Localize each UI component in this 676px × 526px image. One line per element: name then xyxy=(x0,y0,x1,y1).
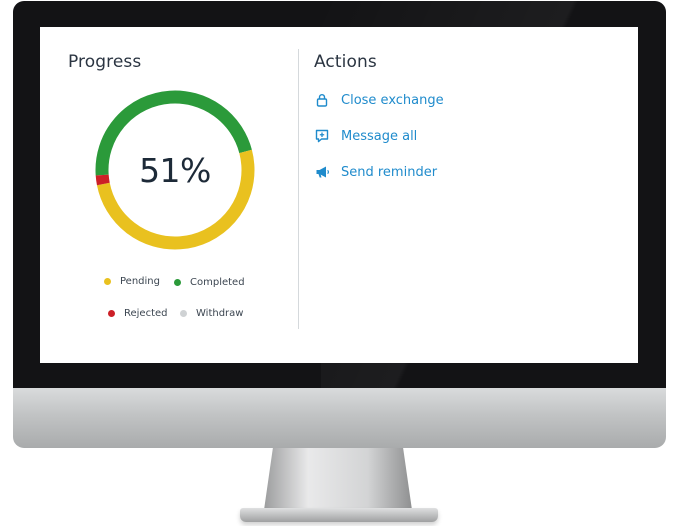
legend-label-completed: Completed xyxy=(190,277,245,288)
monitor-stand-base xyxy=(240,508,438,522)
legend-item-pending: Pending xyxy=(104,276,160,287)
panel-divider xyxy=(298,49,299,329)
legend-item-withdraw: Withdraw xyxy=(180,308,243,319)
legend-item-rejected: Rejected xyxy=(108,308,168,319)
monitor-stand-neck xyxy=(264,448,412,510)
app-screen: Progress 51% Pending Completed Rejected … xyxy=(40,27,638,363)
legend-dot-completed xyxy=(174,279,181,286)
close-exchange-label: Close exchange xyxy=(341,92,444,108)
message-all-link[interactable]: Message all xyxy=(314,128,417,144)
legend-label-pending: Pending xyxy=(120,276,160,287)
actions-title: Actions xyxy=(314,52,377,72)
message-all-label: Message all xyxy=(341,128,418,144)
legend-item-completed: Completed xyxy=(174,277,245,288)
legend-dot-pending xyxy=(104,278,111,285)
legend-dot-rejected xyxy=(108,310,115,317)
megaphone-icon xyxy=(314,164,330,180)
progress-percent: 51% xyxy=(139,150,211,190)
lock-icon xyxy=(314,92,330,108)
legend-label-withdraw: Withdraw xyxy=(196,308,244,319)
close-exchange-link[interactable]: Close exchange xyxy=(314,92,444,108)
legend-dot-withdraw xyxy=(180,310,187,317)
message-plus-icon xyxy=(314,128,330,144)
progress-panel: Progress 51% Pending Completed Rejected … xyxy=(40,27,298,363)
monitor-chin xyxy=(13,388,666,448)
send-reminder-link[interactable]: Send reminder xyxy=(314,164,437,180)
legend-label-rejected: Rejected xyxy=(124,308,168,319)
send-reminder-label: Send reminder xyxy=(341,164,438,180)
progress-title: Progress xyxy=(68,52,142,72)
